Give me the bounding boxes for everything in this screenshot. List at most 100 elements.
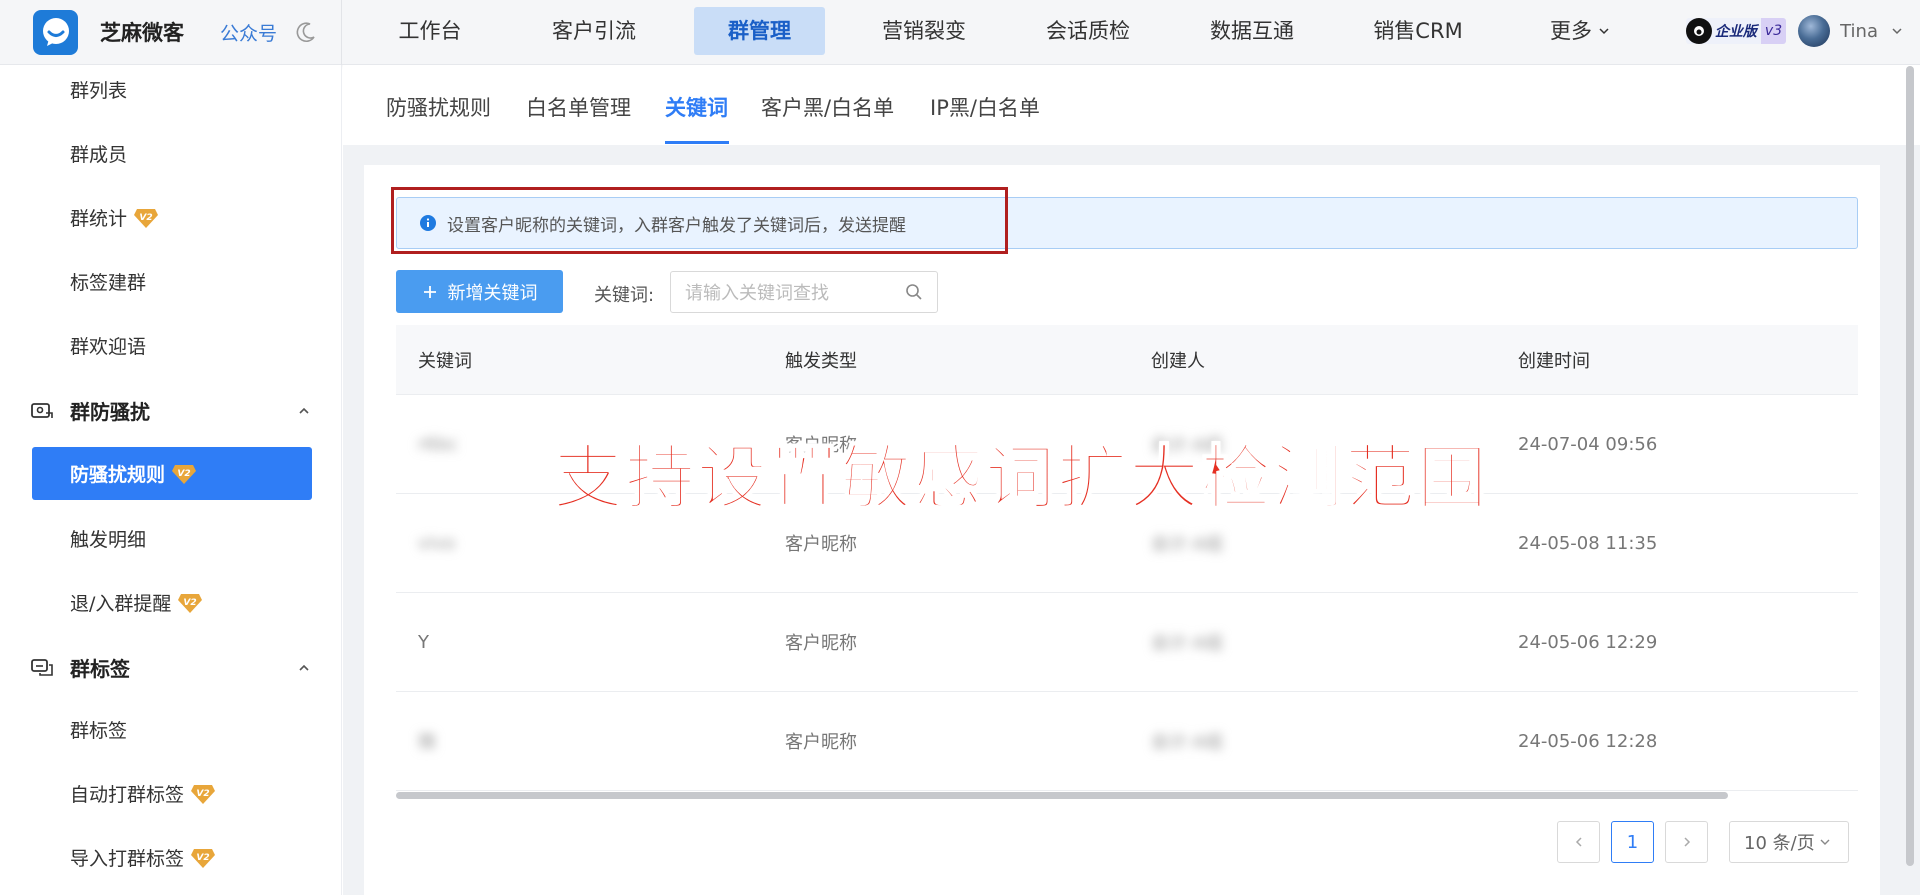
cell-trigger-type: 客户昵称 xyxy=(785,732,857,753)
table-row[interactable]: 微 客户昵称 会计·A组 24-05-06 12:28 xyxy=(396,692,1858,791)
next-page-button[interactable] xyxy=(1665,821,1708,863)
tab-whitelist[interactable]: 白名单管理 xyxy=(526,92,631,122)
cell-keyword: 微 xyxy=(418,732,436,753)
chevron-right-icon xyxy=(1683,837,1690,847)
tab-keywords[interactable]: 关键词 xyxy=(665,92,728,122)
table-row[interactable]: Y 客户昵称 会计·A组 24-05-06 12:29 xyxy=(396,593,1858,692)
svg-text:V2: V2 xyxy=(139,213,152,223)
chevron-up-icon xyxy=(299,664,309,671)
add-keyword-label: 新增关键词 xyxy=(447,282,538,304)
sidebar-item-label: 标签建群 xyxy=(70,272,147,294)
app-root: 芝麻微客 公众号 工作台 客户引流 群管理 营销裂变 会话质检 数据互通 销售C… xyxy=(0,0,1920,895)
sidebar-item-label: 防骚扰规则 xyxy=(70,464,166,486)
sidebar-item-tag-group[interactable]: 标签建群 xyxy=(70,268,146,295)
sidebar-item-antispam-rules[interactable]: 防骚扰规则 V2 xyxy=(32,447,312,500)
chevron-down-icon xyxy=(1599,28,1609,35)
nav-group-management[interactable]: 群管理 xyxy=(694,7,825,55)
pagination: 1 xyxy=(1557,821,1708,863)
user-menu-chevron-icon[interactable] xyxy=(1890,24,1904,38)
top-navbar: 芝麻微客 公众号 工作台 客户引流 群管理 营销裂变 会话质检 数据互通 销售C… xyxy=(0,0,1920,65)
tab-ip-list[interactable]: IP黑/白名单 xyxy=(930,92,1040,122)
page-button-current[interactable]: 1 xyxy=(1611,821,1654,863)
cell-keyword: Y xyxy=(418,631,429,653)
sidebar-item-group-members[interactable]: 群成员 xyxy=(70,140,127,167)
svg-text:V2: V2 xyxy=(196,789,209,799)
edition-label: 企业版 xyxy=(1714,24,1757,40)
sub-tabs: 防骚扰规则 白名单管理 关键词 客户黑/白名单 IP黑/白名单 xyxy=(343,65,1920,145)
sidebar-item-label: 触发明细 xyxy=(70,529,147,551)
prev-page-button[interactable] xyxy=(1557,821,1600,863)
sidebar-group-tags[interactable]: 群标签 xyxy=(30,653,312,682)
header-keyword: 关键词 xyxy=(418,350,472,372)
tab-customer-list[interactable]: 客户黑/白名单 xyxy=(761,92,894,122)
brand-name: 芝麻微客 xyxy=(100,21,184,45)
dark-mode-icon[interactable] xyxy=(295,21,317,43)
sidebar: 群列表 群成员 群统计 V2 标签建群 群欢迎语 群防骚扰 防骚扰规则 V2 触… xyxy=(0,65,342,895)
gzh-link[interactable]: 公众号 xyxy=(220,19,277,46)
v2-badge-icon: V2 xyxy=(171,463,197,485)
user-name[interactable]: Tina xyxy=(1840,21,1878,42)
logo-icon[interactable] xyxy=(33,9,78,55)
cell-trigger-type: 客户昵称 xyxy=(785,633,857,654)
cell-keyword: vivo xyxy=(418,532,456,554)
header-created-time: 创建时间 xyxy=(1518,350,1590,372)
v2-badge-icon: V2 xyxy=(177,592,203,614)
sidebar-item-auto-tag[interactable]: 自动打群标签 V2 xyxy=(70,780,216,807)
nav-marketing-fission[interactable]: 营销裂变 xyxy=(866,7,982,55)
cell-created-time: 24-05-06 12:28 xyxy=(1518,730,1658,752)
nav-sales-crm[interactable]: 销售CRM xyxy=(1358,7,1478,55)
horizontal-scrollbar[interactable] xyxy=(396,792,1728,799)
sidebar-item-label: 退/入群提醒 xyxy=(70,593,172,615)
table-header: 关键词 触发类型 创建人 创建时间 xyxy=(396,325,1858,395)
header-creator: 创建人 xyxy=(1151,350,1205,372)
tab-antispam-rules[interactable]: 防骚扰规则 xyxy=(386,92,491,122)
sidebar-item-label: 群成员 xyxy=(70,144,128,166)
sidebar-item-join-leave-alert[interactable]: 退/入群提醒 V2 xyxy=(70,589,203,616)
sidebar-item-label: 自动打群标签 xyxy=(70,784,185,806)
nav-customer-acquisition[interactable]: 客户引流 xyxy=(536,7,652,55)
search-placeholder: 请输入关键词查找 xyxy=(685,283,829,304)
active-tab-indicator xyxy=(665,141,729,144)
edition-badge[interactable]: 企业版 v3 xyxy=(1685,18,1787,44)
sidebar-item-welcome-msg[interactable]: 群欢迎语 xyxy=(70,332,146,359)
nav-data-interop[interactable]: 数据互通 xyxy=(1194,7,1310,55)
vertical-scrollbar[interactable] xyxy=(1906,66,1914,866)
user-tools: 企业版 v3 Tina xyxy=(1685,15,1904,47)
sidebar-item-import-tag[interactable]: 导入打群标签 V2 xyxy=(70,844,216,871)
keywords-table: 关键词 触发类型 创建人 创建时间 r6bc 客户昵称 会计·A组 24-07-… xyxy=(396,325,1858,791)
page-size-select[interactable]: 10 条/页 xyxy=(1729,821,1849,863)
sidebar-item-label: 群标签 xyxy=(70,720,128,742)
chevron-down-icon xyxy=(1820,839,1830,845)
keyword-search-input[interactable]: 请输入关键词查找 xyxy=(670,271,938,313)
tag-icon xyxy=(31,658,53,676)
nav-more[interactable]: 更多 xyxy=(1550,7,1626,55)
cell-creator: 会计·A组 xyxy=(1151,732,1224,753)
keyword-label: 关键词: xyxy=(594,285,655,306)
edition-logo-icon xyxy=(1685,18,1712,44)
nav-workbench[interactable]: 工作台 xyxy=(372,7,488,55)
sidebar-item-group-stats[interactable]: 群统计 V2 xyxy=(70,204,159,231)
page-size-value: 10 条/页 xyxy=(1744,833,1815,854)
chevron-up-icon xyxy=(299,407,309,414)
sidebar-item-trigger-details[interactable]: 触发明细 xyxy=(70,525,146,552)
avatar[interactable] xyxy=(1798,15,1831,47)
promo-overlay-text: 支持设置敏感词扩大检测范围 xyxy=(552,436,1489,520)
sidebar-item-label: 导入打群标签 xyxy=(70,848,185,870)
cell-created-time: 24-05-08 11:35 xyxy=(1518,532,1658,554)
sidebar-item-group-list[interactable]: 群列表 xyxy=(70,76,127,103)
add-keyword-button[interactable]: 新增关键词 xyxy=(396,270,563,313)
cell-creator: 会计·A组 xyxy=(1151,534,1224,555)
plus-icon xyxy=(423,285,436,298)
v2-badge-icon: V2 xyxy=(190,847,216,869)
sidebar-group-antispam[interactable]: 群防骚扰 xyxy=(30,396,312,425)
nav-session-qc[interactable]: 会话质检 xyxy=(1030,7,1146,55)
top-divider xyxy=(341,0,342,65)
cell-creator: 会计·A组 xyxy=(1151,633,1224,654)
search-icon[interactable] xyxy=(905,283,923,301)
sidebar-item-label: 群统计 xyxy=(70,208,128,230)
sidebar-item-group-tags[interactable]: 群标签 xyxy=(70,716,127,743)
svg-text:V2: V2 xyxy=(184,598,197,608)
header-trigger-type: 触发类型 xyxy=(785,350,857,372)
nav-more-label: 更多 xyxy=(1550,19,1592,43)
v2-badge-icon: V2 xyxy=(133,207,159,229)
